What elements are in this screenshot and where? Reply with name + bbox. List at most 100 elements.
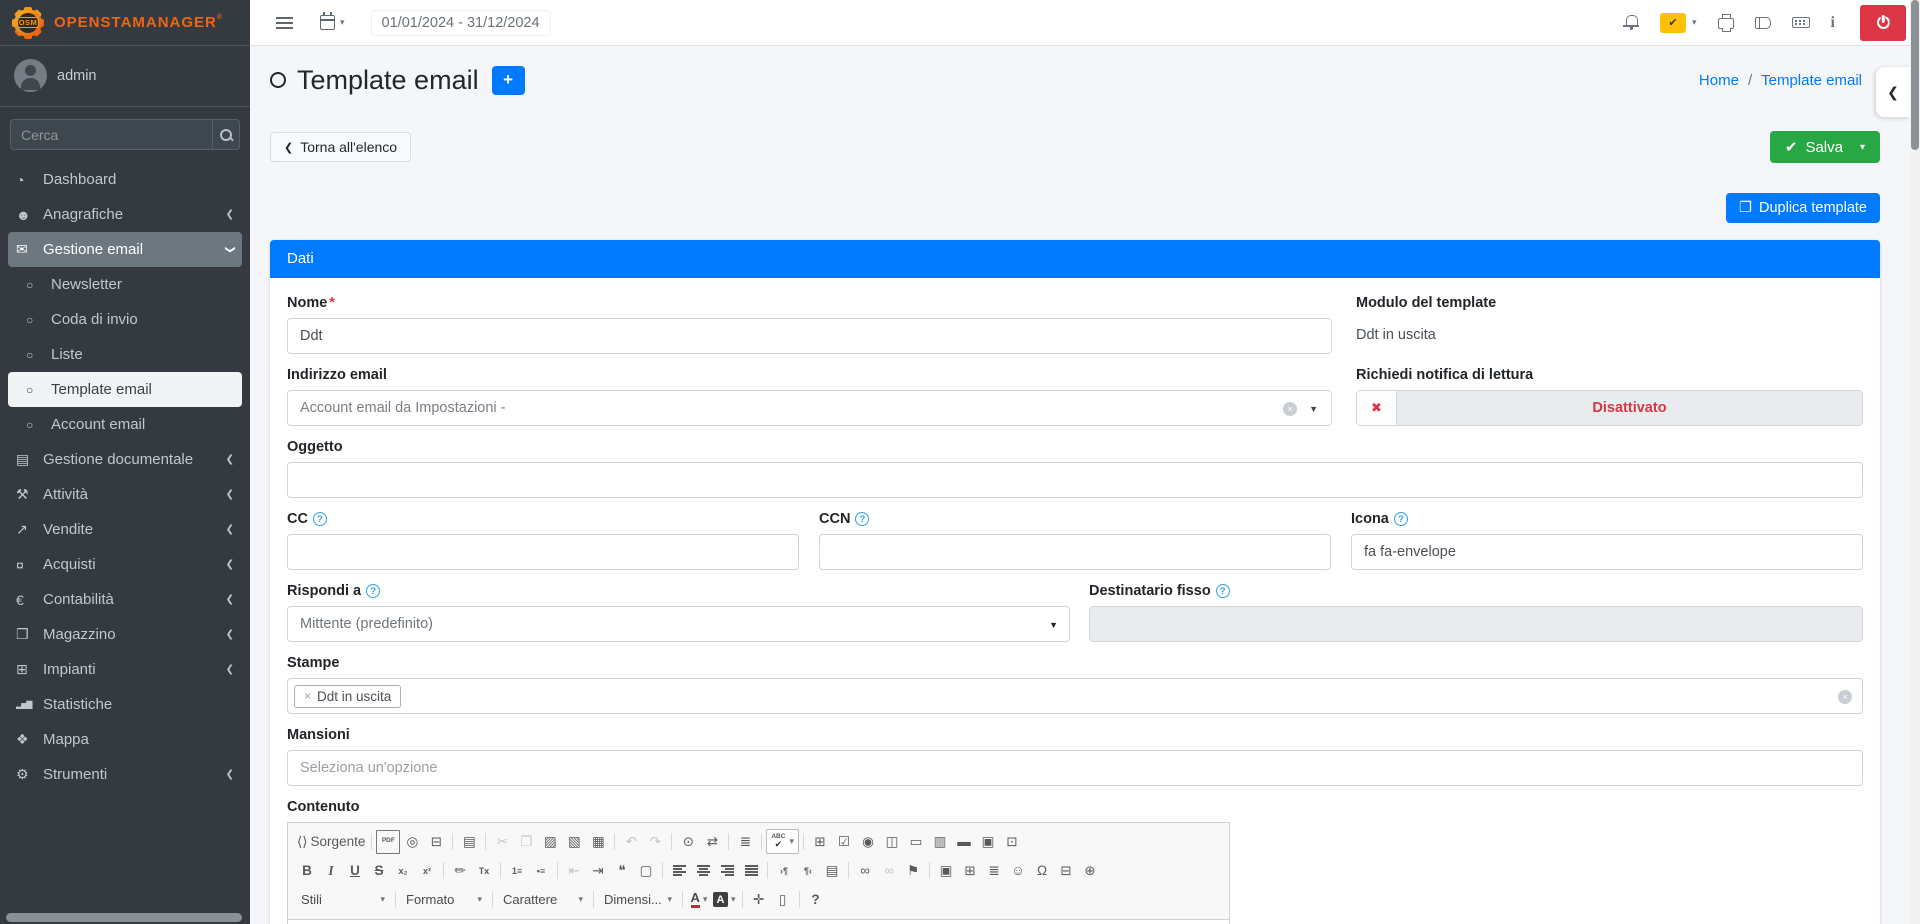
spellcheck-button[interactable]: ABC✔▾ xyxy=(766,829,799,854)
page-break-icon[interactable]: ⊟ xyxy=(1054,859,1078,883)
redo-icon[interactable]: ↷ xyxy=(643,830,667,854)
subscript-button[interactable]: x₂ xyxy=(391,859,415,883)
remove-format-icon[interactable]: Tx xyxy=(472,859,496,883)
print-icon[interactable]: ⊟ xyxy=(424,830,448,854)
image-icon[interactable]: ▣ xyxy=(934,859,958,883)
textarea-icon[interactable]: ▭ xyxy=(904,830,928,854)
help-icon[interactable]: ? xyxy=(366,584,380,598)
text-color-button[interactable]: A▾ xyxy=(687,888,711,912)
smiley-icon[interactable]: ☺ xyxy=(1006,859,1030,883)
align-center-icon[interactable] xyxy=(691,859,715,883)
user-name[interactable]: admin xyxy=(57,68,97,84)
rispondi-a-select[interactable]: Mittente (predefinito) ▼ xyxy=(287,606,1070,642)
clear-icon[interactable]: × xyxy=(1283,402,1297,416)
search-input[interactable] xyxy=(10,119,212,150)
oggetto-input[interactable] xyxy=(287,462,1863,498)
brand[interactable]: OSM OpenSTAManager® xyxy=(0,0,250,46)
strike-button[interactable]: S xyxy=(367,859,391,883)
logout-button[interactable] xyxy=(1860,5,1906,41)
add-template-button[interactable]: + xyxy=(492,66,525,95)
hr-icon[interactable]: ≣ xyxy=(982,859,1006,883)
sidebar-item-gestione-documentale[interactable]: ▤Gestione documentale❮ xyxy=(8,442,242,477)
text-field-icon[interactable]: ◫ xyxy=(880,830,904,854)
cut-icon[interactable]: ✂ xyxy=(490,830,514,854)
select-all-icon[interactable]: ≣ xyxy=(733,830,757,854)
anchor-icon[interactable]: ⚑ xyxy=(901,859,925,883)
bidi-ltr-icon[interactable]: ›¶ xyxy=(772,859,796,883)
sidebar-item-attivita[interactable]: ⚒Attività❮ xyxy=(8,477,242,512)
stampe-multiselect[interactable]: × Ddt in uscita × xyxy=(287,678,1863,714)
hidden-field-icon[interactable]: ⊡ xyxy=(1000,830,1024,854)
sidebar-item-gestione-email[interactable]: ✉Gestione email❮ xyxy=(8,232,242,267)
align-justify-icon[interactable] xyxy=(739,859,763,883)
x-icon[interactable]: ✖ xyxy=(1357,391,1397,425)
back-to-list-button[interactable]: ❮ Torna all'elenco xyxy=(270,132,411,162)
image-button-icon[interactable]: ▣ xyxy=(976,830,1000,854)
tag-remove-icon[interactable]: × xyxy=(304,689,311,703)
clear-icon[interactable]: × xyxy=(1838,690,1852,704)
templates-icon[interactable]: ▤ xyxy=(457,830,481,854)
sidebar-item-coda-di-invio[interactable]: ○Coda di invio xyxy=(8,302,242,337)
link-icon[interactable]: ∞ xyxy=(853,859,877,883)
docs-book-icon[interactable] xyxy=(1755,17,1771,29)
help-icon[interactable]: ? xyxy=(1394,512,1408,526)
table-icon[interactable]: ⊞ xyxy=(958,859,982,883)
print-icon[interactable] xyxy=(1718,18,1734,29)
checkbox-icon[interactable]: ☑ xyxy=(832,830,856,854)
page-scrollbar[interactable] xyxy=(1910,0,1920,924)
help-icon[interactable]: ? xyxy=(313,512,327,526)
outdent-icon[interactable]: ⇤ xyxy=(562,859,586,883)
styles-combo[interactable]: Stili▾ xyxy=(295,888,391,912)
bullet-list-icon[interactable]: •≡ xyxy=(529,859,553,883)
notifications-bell-icon[interactable] xyxy=(1623,14,1639,31)
date-range[interactable]: 01/01/2024 - 31/12/2024 xyxy=(371,10,551,36)
ccn-input[interactable] xyxy=(819,534,1331,570)
search-button[interactable] xyxy=(212,119,240,150)
save-button[interactable]: ✔ Salva ▾ xyxy=(1770,131,1880,163)
sidebar-item-statistiche[interactable]: ▂▅▇Statistiche xyxy=(8,687,242,722)
sidebar-item-account-email[interactable]: ○Account email xyxy=(8,407,242,442)
breadcrumb-home-link[interactable]: Home xyxy=(1699,72,1739,89)
cc-input[interactable] xyxy=(287,534,799,570)
scrollbar-thumb[interactable] xyxy=(1911,0,1919,150)
undo-icon[interactable]: ↶ xyxy=(619,830,643,854)
underline-button[interactable]: U xyxy=(343,859,367,883)
format-combo[interactable]: Formato▾ xyxy=(400,888,488,912)
nome-input[interactable] xyxy=(287,318,1332,354)
export-pdf-icon[interactable]: PDF xyxy=(376,830,400,854)
paste-icon[interactable]: ▨ xyxy=(538,830,562,854)
help-icon[interactable]: ? xyxy=(1216,584,1230,598)
sidebar-item-liste[interactable]: ○Liste xyxy=(8,337,242,372)
about-icon[interactable]: ? xyxy=(804,888,828,912)
duplicate-template-button[interactable]: ❐ Duplica template xyxy=(1726,193,1880,223)
radio-icon[interactable]: ◉ xyxy=(856,830,880,854)
copy-icon[interactable]: ❐ xyxy=(514,830,538,854)
help-icon[interactable]: ? xyxy=(855,512,869,526)
div-icon[interactable]: ▢ xyxy=(634,859,658,883)
sidebar-horizontal-scrollbar[interactable] xyxy=(6,913,242,922)
info-panel-toggle[interactable]: ❮ xyxy=(1876,67,1910,117)
status-check-dropdown[interactable]: ✔ ▾ xyxy=(1660,13,1697,33)
bold-button[interactable]: B xyxy=(295,859,319,883)
sidebar-item-acquisti[interactable]: ¤Acquisti❮ xyxy=(8,547,242,582)
copy-formatting-icon[interactable]: ✏ xyxy=(448,859,472,883)
indirizzo-email-select[interactable]: Account email da Impostazioni - × ▼ xyxy=(287,390,1332,426)
calendar-picker[interactable]: ▾ xyxy=(320,15,345,30)
mansioni-select[interactable] xyxy=(287,750,1863,786)
font-combo[interactable]: Carattere▾ xyxy=(497,888,589,912)
size-combo[interactable]: Dimensi...▾ xyxy=(598,888,678,912)
bidi-rtl-icon[interactable]: ¶‹ xyxy=(796,859,820,883)
form-icon[interactable]: ⊞ xyxy=(808,830,832,854)
notifica-toggle[interactable]: ✖ Disattivato xyxy=(1356,390,1863,426)
sidebar-item-dashboard[interactable]: ◔Dashboard xyxy=(8,162,242,197)
iframe-icon[interactable]: ⊕ xyxy=(1078,859,1102,883)
show-blocks-icon[interactable]: ▯ xyxy=(771,888,795,912)
align-left-icon[interactable] xyxy=(667,859,691,883)
sidebar-item-template-email[interactable]: ○Template email xyxy=(8,372,242,407)
maximize-icon[interactable]: ✛ xyxy=(747,888,771,912)
source-button[interactable]: ⟨⟩Sorgente xyxy=(295,830,367,854)
numbered-list-icon[interactable]: 1≡ xyxy=(505,859,529,883)
superscript-button[interactable]: x² xyxy=(415,859,439,883)
paste-word-icon[interactable]: ▦ xyxy=(586,830,610,854)
hamburger-menu-icon[interactable] xyxy=(276,13,296,33)
